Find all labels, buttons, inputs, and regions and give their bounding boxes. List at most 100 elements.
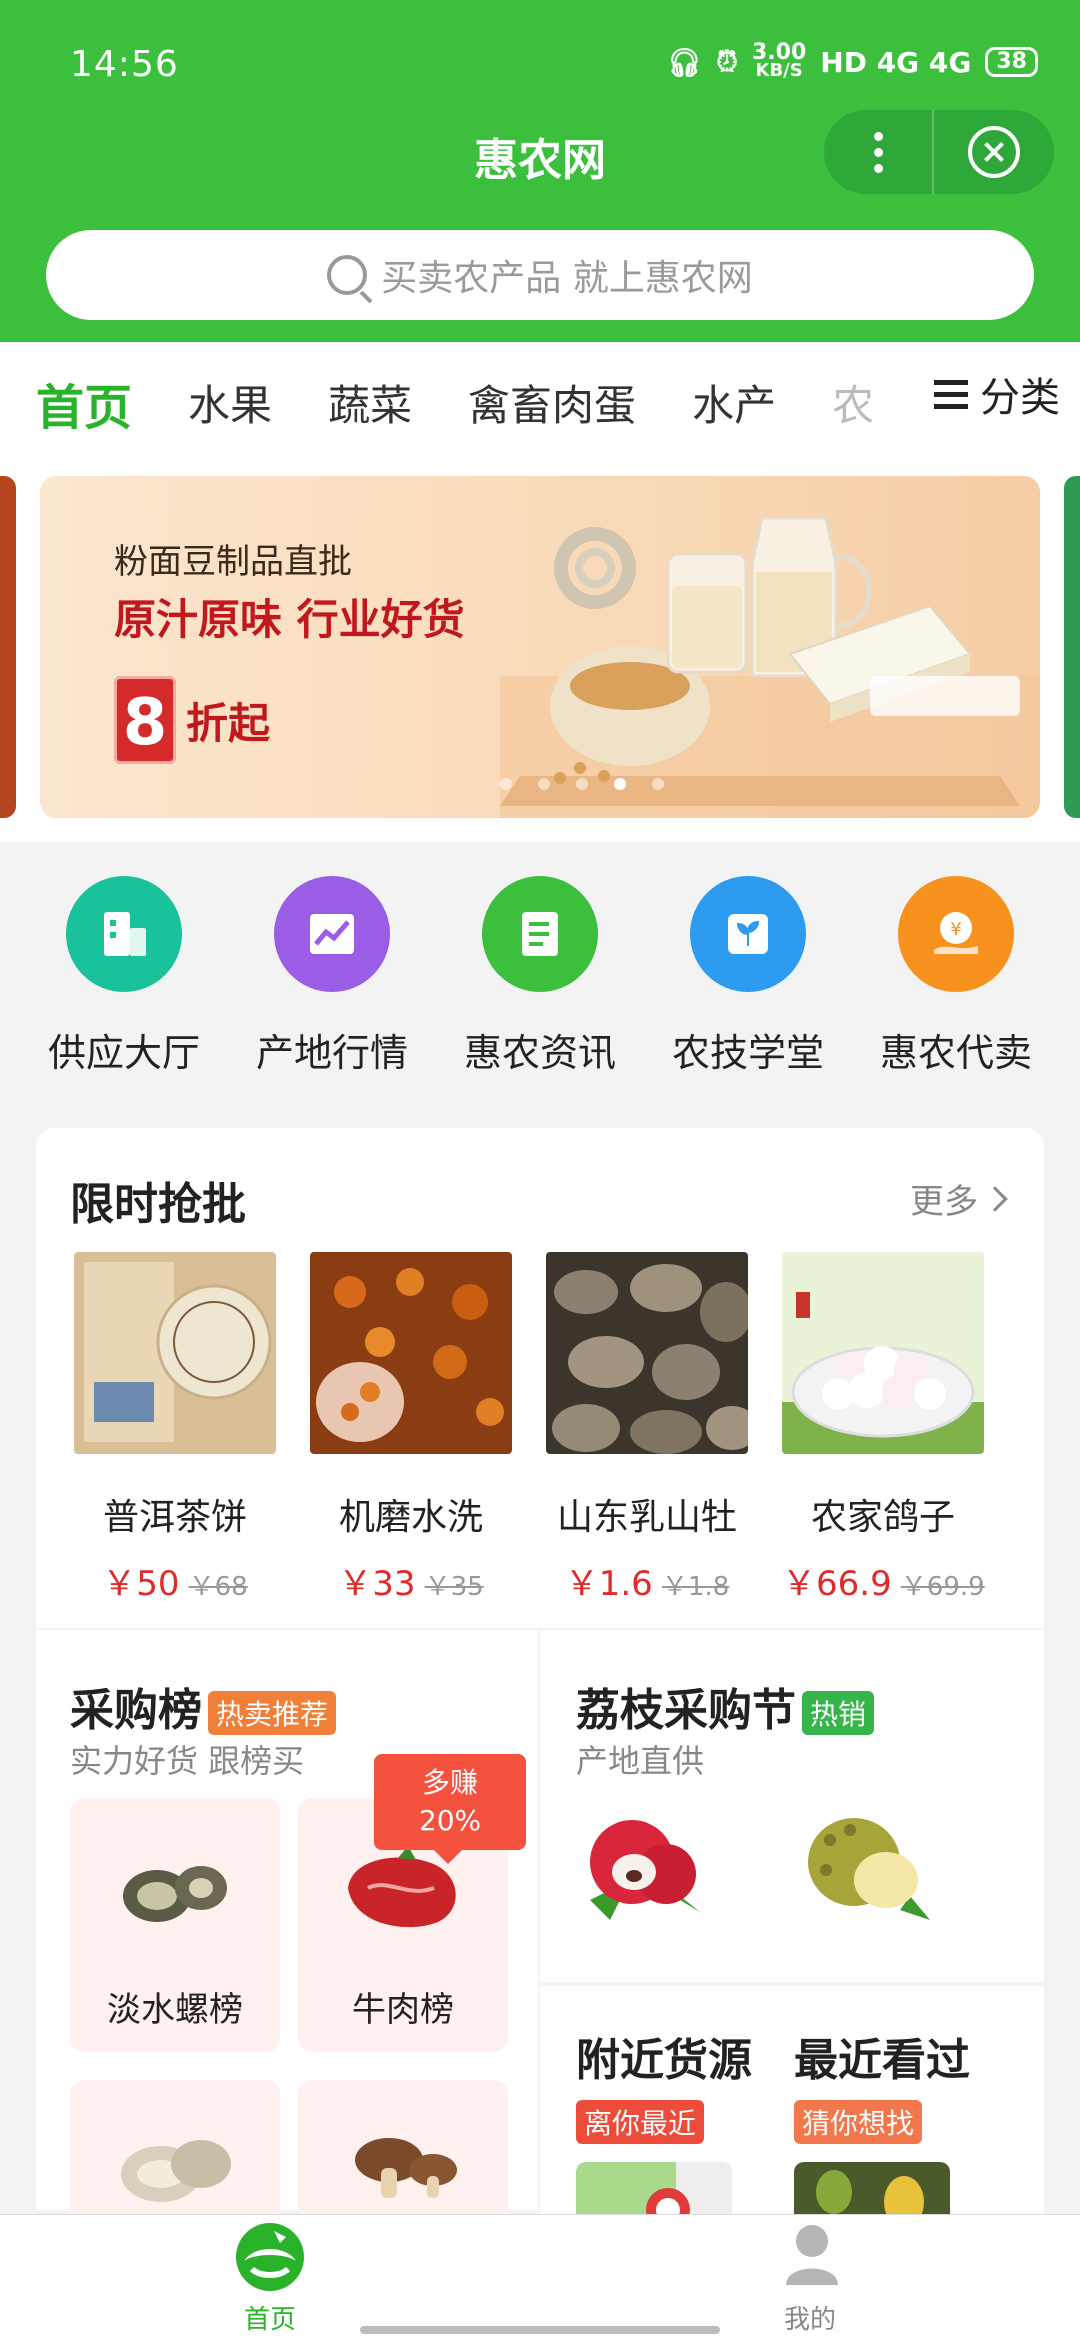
- shortcut-grid: 供应大厅 产地行情 惠农资讯 农技学堂 ¥ 惠农代卖: [0, 842, 1080, 1102]
- tabbar-mine-label: 我的: [783, 2305, 836, 2335]
- product-old-price: ￥1.8: [661, 1572, 730, 1602]
- nearby-supply[interactable]: 附近货源 离你最近: [576, 2024, 752, 2144]
- tabbar-mine[interactable]: 我的: [710, 2215, 910, 2340]
- section-title: 荔枝采购节 热销: [576, 1674, 875, 1738]
- shortcut-label: 惠农资讯: [463, 1031, 616, 1075]
- hot-tag: 热卖推荐: [208, 1691, 337, 1735]
- tab-list: 首页 水果 蔬菜 禽畜肉蛋 水产 农: [36, 372, 916, 438]
- tab-agri[interactable]: 农: [832, 372, 874, 438]
- search-bar[interactable]: 买卖农产品 就上惠农网: [46, 230, 1034, 320]
- battery-icon: 38: [985, 47, 1038, 77]
- shortcut-agri-school[interactable]: 农技学堂: [653, 842, 843, 1102]
- category-label: 分类: [980, 375, 1060, 421]
- menu-icon: [934, 379, 968, 409]
- carousel-dot: [538, 778, 550, 790]
- close-icon: [968, 126, 1020, 178]
- recent-product-thumbnail: [794, 2162, 950, 2222]
- category-button[interactable]: 分类: [922, 364, 1060, 424]
- rank-card-label: 牛肉榜: [352, 1990, 454, 2030]
- product-price: ￥50: [102, 1564, 180, 1604]
- building-icon: [66, 876, 182, 992]
- earn-more-badge: 多赚 20%: [374, 1754, 526, 1864]
- shortcut-label: 产地行情: [255, 1031, 408, 1075]
- tabbar-home[interactable]: 首页: [170, 2215, 370, 2340]
- more-link[interactable]: 更多: [910, 1174, 1008, 1223]
- peach-gum-image: [310, 1252, 512, 1454]
- product-card[interactable]: 机磨水洗 ￥33 ￥35: [310, 1252, 512, 1605]
- product-old-price: ￥35: [424, 1572, 484, 1602]
- snail-image: [123, 1866, 227, 1922]
- more-label: 更多: [910, 1182, 978, 1222]
- section-subtitle: 产地直供: [576, 1742, 705, 1780]
- lychee-image: [590, 1820, 700, 1920]
- discount-number: 8: [114, 676, 176, 764]
- product-old-price: ￥68: [188, 1572, 248, 1602]
- home-logo-icon: [236, 2223, 304, 2291]
- lychee-festival-section[interactable]: 荔枝采购节 热销 产地直供: [540, 1630, 1044, 1982]
- section-title: 附近货源: [576, 2035, 752, 2086]
- tea-cake-image: [74, 1252, 276, 1454]
- carousel-indicator: [500, 778, 664, 790]
- signal-icon: HD 4G 4G: [820, 45, 972, 79]
- shortcut-news[interactable]: 惠农资讯: [445, 842, 635, 1102]
- product-old-price: ￥69.9: [900, 1572, 985, 1602]
- tab-vegetable[interactable]: 蔬菜: [328, 372, 412, 438]
- discount-unit: 折起: [186, 698, 271, 748]
- book-plant-icon: [690, 876, 806, 992]
- shortcut-consignment[interactable]: ¥ 惠农代卖: [861, 842, 1051, 1102]
- product-list: 普洱茶饼 ￥50 ￥68 机磨水洗 ￥33 ￥35 山东乳山牡 ￥1.6 ￥1.…: [74, 1252, 985, 1605]
- carousel-dot: [500, 778, 512, 790]
- alarm-icon: ⏰︎: [716, 45, 738, 78]
- chevron-right-icon: [982, 1185, 1008, 1212]
- carousel-dot: [652, 778, 664, 790]
- carousel-dot-active: [614, 778, 626, 790]
- flash-sale-section: 限时抢批 更多 普洱茶饼 ￥50 ￥68 机磨水洗 ￥33 ￥35 山东乳山牡 …: [36, 1128, 1044, 1628]
- banner-next-peek: [1064, 476, 1080, 818]
- section-title: 采购榜 热卖推荐: [70, 1674, 337, 1738]
- product-card[interactable]: 普洱茶饼 ￥50 ￥68: [74, 1252, 276, 1605]
- product-card[interactable]: 山东乳山牡 ￥1.6 ￥1.8: [546, 1252, 758, 1605]
- category-tabs: 首页 水果 蔬菜 禽畜肉蛋 水产 农 分类: [0, 342, 1080, 462]
- shortcut-label: 惠农代卖: [879, 1031, 1032, 1075]
- durian-image: [808, 1818, 930, 1920]
- tofu-soymilk-illustration: [500, 516, 1040, 818]
- rank-card-snail[interactable]: 淡水螺榜: [70, 1798, 280, 2052]
- tab-fruit[interactable]: 水果: [188, 372, 272, 438]
- mushroom-image: [355, 2138, 457, 2198]
- home-indicator: [360, 2326, 720, 2334]
- headset-icon: 🎧︎: [666, 45, 703, 79]
- shortcut-label: 供应大厅: [47, 1031, 200, 1075]
- product-prices: ￥66.9 ￥69.9: [782, 1556, 985, 1605]
- tab-livestock[interactable]: 禽畜肉蛋: [468, 372, 636, 438]
- more-menu-button[interactable]: [824, 110, 934, 194]
- yen-hand-icon: ¥: [898, 876, 1014, 992]
- chart-trend-icon: [274, 876, 390, 992]
- banner-line1: 粉面豆制品直批: [114, 542, 352, 582]
- shortcut-label: 农技学堂: [671, 1031, 824, 1075]
- tab-home[interactable]: 首页: [36, 372, 132, 438]
- promo-banner[interactable]: 粉面豆制品直批 原汁原味 行业好货 8 折起: [40, 476, 1040, 818]
- close-button[interactable]: [934, 110, 1054, 194]
- carousel-dot: [576, 778, 588, 790]
- product-prices: ￥33 ￥35: [310, 1556, 512, 1605]
- guess-tag: 猜你想找: [794, 2100, 923, 2144]
- product-card[interactable]: 农家鸽子 ￥66.9 ￥69.9: [782, 1252, 985, 1605]
- product-price: ￥33: [338, 1564, 416, 1604]
- product-price: ￥1.6: [564, 1564, 653, 1604]
- tab-aquatic[interactable]: 水产: [692, 372, 776, 438]
- recently-viewed[interactable]: 最近看过 猜你想找: [794, 2024, 970, 2144]
- product-name: 机磨水洗: [338, 1497, 483, 1538]
- shortcut-supply-hall[interactable]: 供应大厅: [29, 842, 219, 1102]
- product-prices: ￥1.6 ￥1.8: [546, 1556, 748, 1605]
- hot-sale-tag: 热销: [802, 1691, 875, 1735]
- svg-text:¥: ¥: [950, 919, 961, 940]
- search-placeholder: 买卖农产品 就上惠农网: [381, 258, 753, 299]
- section-subtitle: 实力好货 跟榜买: [70, 1742, 305, 1780]
- more-dots-icon: [873, 131, 883, 173]
- tabbar-home-label: 首页: [243, 2305, 296, 2335]
- shortcut-market-price[interactable]: 产地行情: [237, 842, 427, 1102]
- miniapp-capsule: [824, 110, 1054, 194]
- purchase-rank-section[interactable]: 采购榜 热卖推荐 实力好货 跟榜买 淡水螺榜 牛肉榜: [36, 1630, 538, 2334]
- status-time: 14:56: [70, 44, 179, 85]
- nearest-tag: 离你最近: [576, 2100, 705, 2144]
